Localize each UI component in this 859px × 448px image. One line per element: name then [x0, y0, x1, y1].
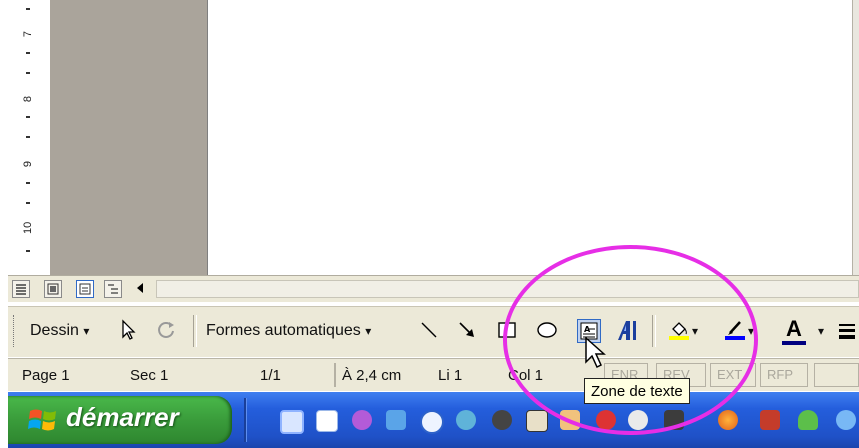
windows-taskbar: démarrer [8, 392, 859, 448]
font-color-swatch [782, 341, 806, 345]
status-page-count: 1/1 [260, 367, 281, 384]
drawing-menu-label: Dessin [30, 322, 79, 339]
ruler-tick [26, 8, 30, 10]
status-indicator-overtype[interactable]: RFP [760, 363, 808, 387]
free-rotate-icon[interactable] [156, 319, 178, 341]
ruler-tick [26, 250, 30, 252]
quick-launch-game-icon[interactable] [760, 410, 780, 430]
taskbar-separator [244, 398, 247, 442]
horizontal-scrollbar[interactable] [156, 280, 859, 298]
print-layout-button[interactable] [76, 280, 94, 298]
autoshapes-menu-label: Formes automatiques [206, 322, 361, 339]
ruler-tick [26, 182, 30, 184]
ruler-tick [26, 136, 30, 138]
arrow-left-icon [137, 283, 143, 293]
font-color-icon: A [786, 316, 802, 341]
status-section: Sec 1 [130, 367, 169, 384]
chevron-down-icon: ▾ [365, 324, 372, 338]
quick-launch-info-icon[interactable] [420, 410, 444, 434]
web-layout-icon [47, 283, 59, 295]
autoshapes-menu-button[interactable]: Formes automatiques ▾ [206, 317, 371, 345]
arrow-tool-icon[interactable] [456, 319, 478, 341]
status-language-box [814, 363, 859, 387]
normal-view-icon [16, 284, 26, 295]
ruler-tick [26, 52, 30, 54]
outline-view-button[interactable] [104, 280, 122, 298]
document-page[interactable] [207, 0, 853, 275]
start-label: démarrer [66, 402, 179, 432]
scroll-left-button[interactable] [132, 280, 150, 298]
quick-launch-network-icon[interactable] [386, 410, 406, 430]
web-layout-button[interactable] [44, 280, 62, 298]
highlight-circle [503, 245, 758, 435]
drawing-menu-button[interactable]: Dessin ▾ [30, 317, 89, 345]
start-button[interactable]: démarrer [8, 396, 232, 444]
status-position: À 2,4 cm [342, 367, 402, 384]
quick-launch-document-icon[interactable] [316, 410, 338, 432]
ruler-tick [26, 116, 30, 118]
status-page: Page 1 [22, 367, 70, 384]
outline-view-icon [108, 284, 118, 294]
quick-launch-messenger-icon[interactable] [798, 410, 818, 430]
status-divider [334, 363, 336, 387]
quick-launch-firefox-icon[interactable] [718, 410, 738, 430]
normal-view-button[interactable] [12, 280, 30, 298]
print-layout-icon [79, 283, 91, 295]
quick-launch-window-icon[interactable] [526, 410, 548, 432]
ruler-label-9: 9 [22, 160, 34, 168]
quick-launch-msn-icon[interactable] [352, 410, 372, 430]
line-style-icon[interactable] [838, 319, 856, 341]
ruler-label-7: 7 [22, 30, 34, 38]
ruler-label-10: 10 [22, 221, 34, 234]
ruler-label-8: 8 [22, 95, 34, 103]
font-color-button[interactable]: A [782, 315, 806, 345]
ruler-tick [26, 72, 30, 74]
vertical-ruler: 7 8 9 10 [8, 0, 51, 275]
document-margin [50, 0, 207, 275]
quick-launch-settings-icon[interactable] [280, 410, 304, 434]
quick-launch-search-icon[interactable] [456, 410, 476, 430]
chevron-down-icon: ▾ [83, 324, 90, 338]
windows-logo-icon [28, 409, 56, 431]
quick-launch-ie-icon[interactable] [836, 410, 856, 430]
quick-launch-ball-icon[interactable] [492, 410, 512, 430]
select-objects-icon[interactable] [118, 319, 140, 341]
toolbar-grip[interactable] [13, 315, 17, 347]
toolbar-separator [193, 315, 197, 347]
status-line: Li 1 [438, 367, 463, 384]
chevron-down-icon[interactable]: ▾ [818, 317, 824, 345]
line-tool-icon[interactable] [418, 319, 440, 341]
vertical-scrollbar[interactable] [852, 0, 859, 275]
ruler-tick [26, 202, 30, 204]
